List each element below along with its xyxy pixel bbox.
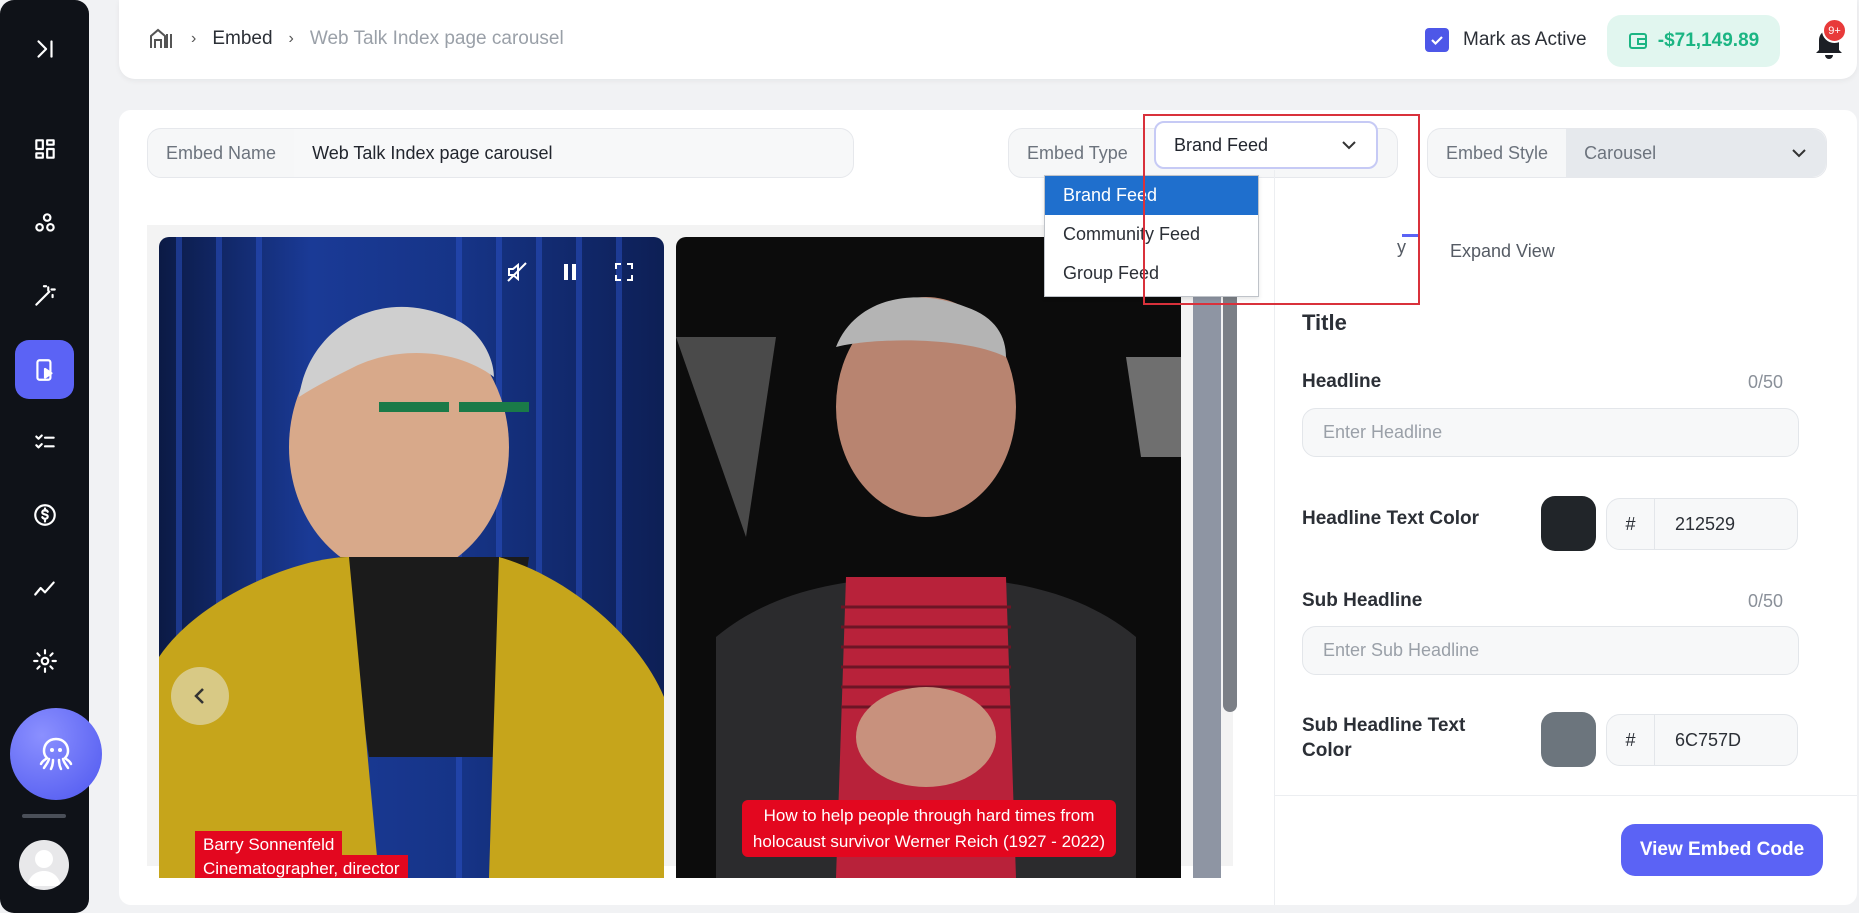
checklist-icon[interactable] xyxy=(24,421,66,463)
hash-label: # xyxy=(1607,499,1655,549)
main-content: Embed Name Web Talk Index page carousel … xyxy=(119,110,1857,905)
breadcrumb: › Embed › Web Talk Index page carousel xyxy=(149,28,564,50)
embed-type-label: Embed Type xyxy=(1027,142,1128,163)
carousel-prev-button[interactable] xyxy=(171,667,229,725)
assistant-octopus-button[interactable] xyxy=(10,708,102,800)
wallet-amount: -$71,149.89 xyxy=(1657,30,1760,51)
video-caption-role: Cinematographer, director xyxy=(195,855,408,878)
wallet-balance[interactable]: -$71,149.89 xyxy=(1607,15,1780,67)
headline-color-input[interactable]: # 212529 xyxy=(1606,498,1798,550)
video-caption-line: holocaust survivor Werner Reich (1927 - … xyxy=(752,831,1106,851)
carousel-preview: Barry Sonnenfeld Cinematographer, direct… xyxy=(147,225,1233,878)
video-embed-icon[interactable] xyxy=(15,340,74,399)
mark-active-label: Mark as Active xyxy=(1463,29,1587,50)
embed-name-label: Embed Name xyxy=(166,142,277,163)
video-thumbnail xyxy=(676,297,1181,878)
breadcrumb-embed[interactable]: Embed xyxy=(212,28,272,50)
sidebar xyxy=(0,0,102,913)
video-card[interactable]: Barry Sonnenfeld Cinematographer, direct… xyxy=(159,237,664,878)
avatar[interactable] xyxy=(19,840,69,890)
video-caption: How to help people through hard times fr… xyxy=(742,800,1116,857)
video-caption-line: How to help people through hard times fr… xyxy=(763,806,1095,825)
sub-color-label-line: Color xyxy=(1302,739,1352,761)
headline-color-swatch[interactable] xyxy=(1541,496,1596,551)
sub-headline-count: 0/50 xyxy=(1748,591,1784,611)
breadcrumb-separator: › xyxy=(191,30,197,47)
video-card[interactable] xyxy=(1193,237,1221,878)
chevron-left-icon xyxy=(194,688,204,704)
embed-name-field: Embed Name Web Talk Index page carousel xyxy=(147,128,854,178)
embed-name-input[interactable]: Web Talk Index page carousel xyxy=(294,129,853,177)
view-embed-code-button[interactable]: View Embed Code xyxy=(1621,824,1823,876)
top-bar: › Embed › Web Talk Index page carousel M… xyxy=(119,0,1857,79)
pause-icon[interactable] xyxy=(555,257,585,287)
wallet-icon xyxy=(1628,33,1647,49)
panel-divider xyxy=(1274,795,1857,796)
mark-active-checkbox[interactable] xyxy=(1425,28,1449,52)
sub-headline-input[interactable]: Enter Sub Headline xyxy=(1302,626,1799,675)
magic-wand-icon[interactable] xyxy=(24,275,66,317)
settings-icon[interactable] xyxy=(24,640,66,682)
user-icon xyxy=(27,850,61,886)
octopus-icon xyxy=(39,737,73,771)
tab-expand-view[interactable]: Expand View xyxy=(1450,241,1555,262)
notification-badge: 9+ xyxy=(1822,18,1847,43)
sub-headline-label: Sub Headline xyxy=(1302,590,1423,611)
section-title: Title xyxy=(1302,310,1347,335)
mark-active-toggle[interactable]: Mark as Active xyxy=(1425,28,1587,52)
expand-icon[interactable] xyxy=(24,28,66,70)
highlight-box xyxy=(1143,114,1420,305)
dashboard-icon[interactable] xyxy=(24,128,66,170)
analytics-icon[interactable] xyxy=(24,567,66,609)
breadcrumb-current: Web Talk Index page carousel xyxy=(309,28,564,49)
sub-color-input[interactable]: # 6C757D xyxy=(1606,714,1798,766)
headline-color-label: Headline Text Color xyxy=(1302,508,1480,529)
video-card[interactable]: How to help people through hard times fr… xyxy=(676,237,1181,878)
fullscreen-icon[interactable] xyxy=(609,257,639,287)
preview-scrollbar[interactable] xyxy=(1223,280,1237,712)
check-icon xyxy=(1431,36,1443,46)
sub-color-value: 6C757D xyxy=(1675,729,1742,750)
headline-count: 0/50 xyxy=(1748,372,1784,392)
mute-icon[interactable] xyxy=(502,257,532,287)
chevron-down-icon xyxy=(1792,149,1806,158)
sidebar-divider xyxy=(22,814,66,818)
breadcrumb-separator: › xyxy=(288,30,294,47)
connections-icon[interactable] xyxy=(24,202,66,244)
sub-color-label: Sub Headline Text Color xyxy=(1302,714,1465,763)
headline-color-value: 212529 xyxy=(1675,513,1736,534)
dollar-icon[interactable] xyxy=(24,494,66,536)
headline-label: Headline xyxy=(1302,371,1382,392)
headline-input[interactable]: Enter Headline xyxy=(1302,408,1799,457)
video-thumbnail xyxy=(159,237,664,878)
hash-label: # xyxy=(1607,715,1655,765)
home-icon[interactable] xyxy=(149,28,175,50)
sub-color-label-line: Sub Headline Text xyxy=(1302,715,1466,736)
sub-color-swatch[interactable] xyxy=(1541,712,1596,767)
embed-style-value: Carousel xyxy=(1584,142,1657,163)
